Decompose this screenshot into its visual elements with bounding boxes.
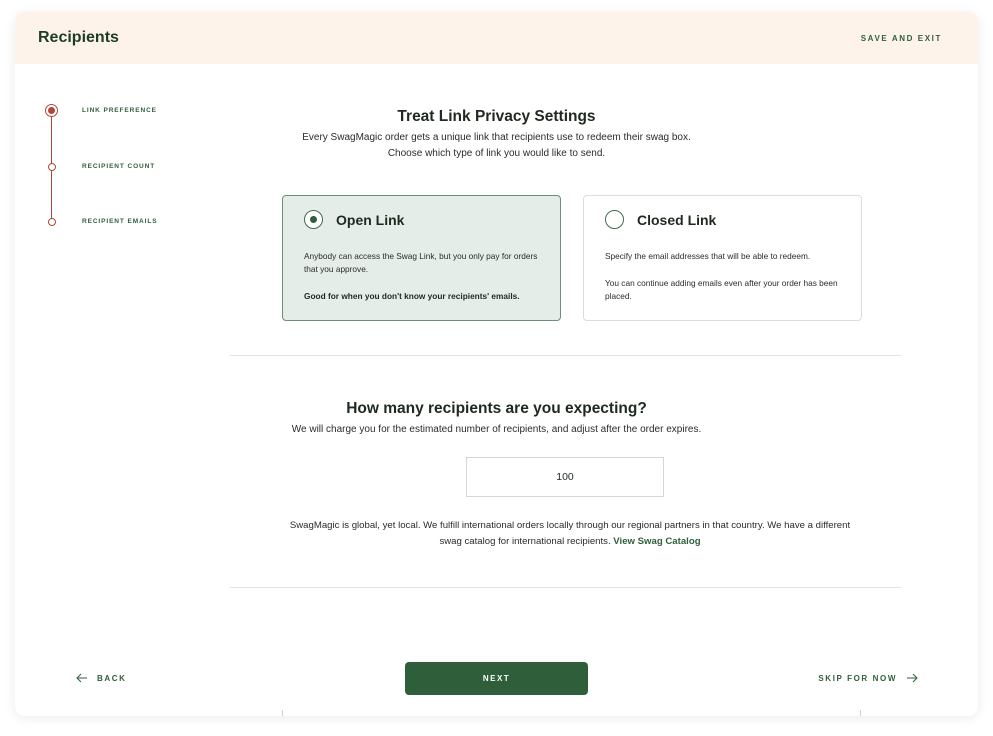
closed-link-radio[interactable] (605, 210, 624, 229)
closed-link-desc: Specify the email addresses that will be… (605, 251, 811, 261)
skip-label: SKIP FOR NOW (818, 673, 897, 683)
step-dot (48, 218, 56, 226)
privacy-subtitle-2: Choose which type of link you would like… (387, 148, 606, 159)
open-link-card[interactable]: Open Link Anybody can access the Swag Li… (282, 195, 561, 321)
recipient-count-input[interactable]: 100 (466, 457, 664, 497)
page-title: Recipients (38, 29, 119, 46)
section-divider (230, 355, 901, 356)
arrow-right-icon (907, 673, 918, 683)
open-link-title: Open Link (336, 212, 405, 228)
closed-link-note: You can continue adding emails even afte… (605, 278, 838, 301)
open-link-note: Good for when you don't know your recipi… (304, 291, 520, 301)
step-dot (48, 163, 56, 171)
skip-for-now-button[interactable]: SKIP FOR NOW (818, 673, 918, 683)
view-swag-catalog-link[interactable]: View Swag Catalog (613, 536, 700, 547)
step-recipient-emails[interactable]: RECIPIENT EMAILS (45, 215, 205, 229)
closed-link-card[interactable]: Closed Link Specify the email addresses … (583, 195, 862, 321)
arrow-left-icon (76, 673, 87, 683)
header-bar: Recipients SAVE AND EXIT (15, 12, 978, 64)
step-label: RECIPIENT EMAILS (82, 218, 158, 225)
scroll-edge-mark (282, 710, 283, 716)
international-note-text: SwagMagic is global, yet local. We fulfi… (289, 520, 851, 547)
next-button[interactable]: NEXT (405, 662, 588, 695)
save-and-exit-button[interactable]: SAVE AND EXIT (861, 34, 942, 43)
privacy-title: Treat Link Privacy Settings (397, 108, 596, 125)
international-note: SwagMagic is global, yet local. We fulfi… (285, 518, 855, 550)
closed-link-title: Closed Link (637, 212, 717, 228)
app-frame: Recipients SAVE AND EXIT LINK PREFERENCE… (15, 12, 978, 716)
privacy-subtitle-1: Every SwagMagic order gets a unique link… (302, 132, 691, 143)
step-recipient-count[interactable]: RECIPIENT COUNT (45, 160, 205, 174)
open-link-radio[interactable] (304, 210, 323, 229)
step-label: RECIPIENT COUNT (82, 163, 156, 170)
back-button[interactable]: BACK (76, 673, 127, 683)
open-link-desc: Anybody can access the Swag Link, but yo… (304, 251, 538, 274)
back-label: BACK (97, 673, 127, 683)
scroll-edge-mark (860, 710, 861, 716)
count-subtitle: We will charge you for the estimated num… (291, 424, 702, 435)
section-divider (230, 587, 901, 588)
count-title: How many recipients are you expecting? (346, 400, 647, 417)
